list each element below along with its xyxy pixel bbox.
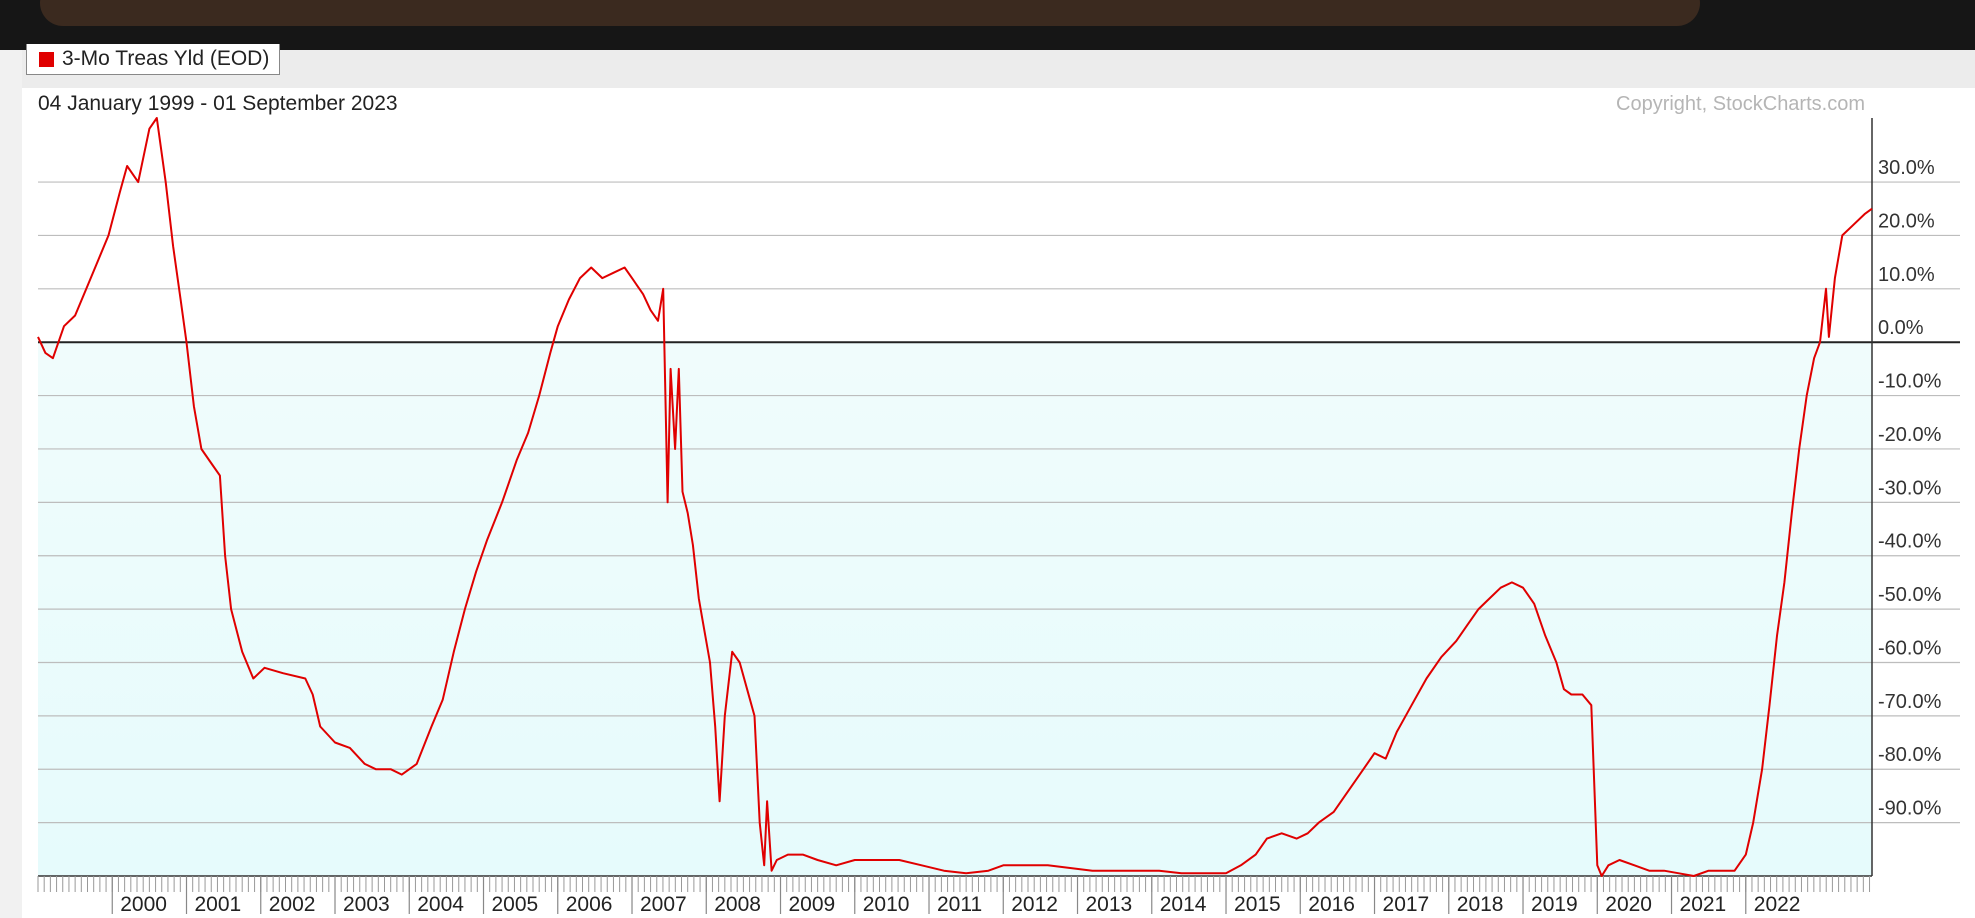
x-tick-label: 2021 <box>1680 893 1727 916</box>
x-tick-label: 2014 <box>1160 893 1207 916</box>
x-tick-label: 2008 <box>714 893 761 916</box>
y-tick-label: -30.0% <box>1878 477 1942 499</box>
y-tick-label: 20.0% <box>1878 210 1935 232</box>
copyright-text: Copyright, StockCharts.com <box>1616 93 1865 115</box>
x-tick-label: 2004 <box>417 893 464 916</box>
x-tick-label: 2019 <box>1531 893 1578 916</box>
x-tick-label: 2022 <box>1754 893 1801 916</box>
x-axis-ticks: 2000 2001 2002 2003 2004 2005 2006 2007 2008 2009… <box>37 876 1871 916</box>
x-tick-label: 2017 <box>1383 893 1430 916</box>
y-tick-label: 10.0% <box>1878 264 1935 286</box>
chart-svg: 2000 2001 2002 2003 2004 2005 2006 2007 2008 2009… <box>37 92 1960 916</box>
x-tick-label: 2006 <box>566 893 613 916</box>
x-tick-label: 2002 <box>269 893 316 916</box>
x-tick-label: 2001 <box>195 893 242 916</box>
x-tick-label: 2016 <box>1308 893 1355 916</box>
x-tick-label: 2013 <box>1086 893 1133 916</box>
x-tick-label: 2015 <box>1234 893 1281 916</box>
x-tick-label: 2009 <box>789 893 836 916</box>
y-tick-label: -90.0% <box>1878 798 1942 820</box>
y-tick-label: 0.0% <box>1878 317 1924 339</box>
x-tick-label: 2007 <box>640 893 687 916</box>
y-tick-label: -50.0% <box>1878 584 1942 606</box>
x-tick-label: 2000 <box>120 893 167 916</box>
y-tick-label: 30.0% <box>1878 157 1935 179</box>
y-tick-label: -60.0% <box>1878 637 1942 659</box>
plot-background <box>38 118 1872 876</box>
x-tick-label: 2018 <box>1457 893 1504 916</box>
x-tick-label: 2005 <box>492 893 539 916</box>
x-tick-label: 2003 <box>343 893 390 916</box>
x-tick-label: 2011 <box>937 893 982 916</box>
y-tick-label: -40.0% <box>1878 531 1942 553</box>
chart-subtitle: 04 January 1999 - 01 September 2023 <box>38 92 398 115</box>
y-axis-labels: 30.0% 20.0% 10.0% 0.0% -10.0% -20.0% -30.0% -40… <box>1878 157 1942 820</box>
y-tick-label: -20.0% <box>1878 424 1942 446</box>
x-tick-label: 2012 <box>1011 893 1058 916</box>
x-tick-label: 2010 <box>863 893 910 916</box>
x-tick-label: 2020 <box>1605 893 1652 916</box>
y-tick-label: -10.0% <box>1878 371 1942 393</box>
y-tick-label: -80.0% <box>1878 744 1942 766</box>
y-tick-label: -70.0% <box>1878 691 1942 713</box>
